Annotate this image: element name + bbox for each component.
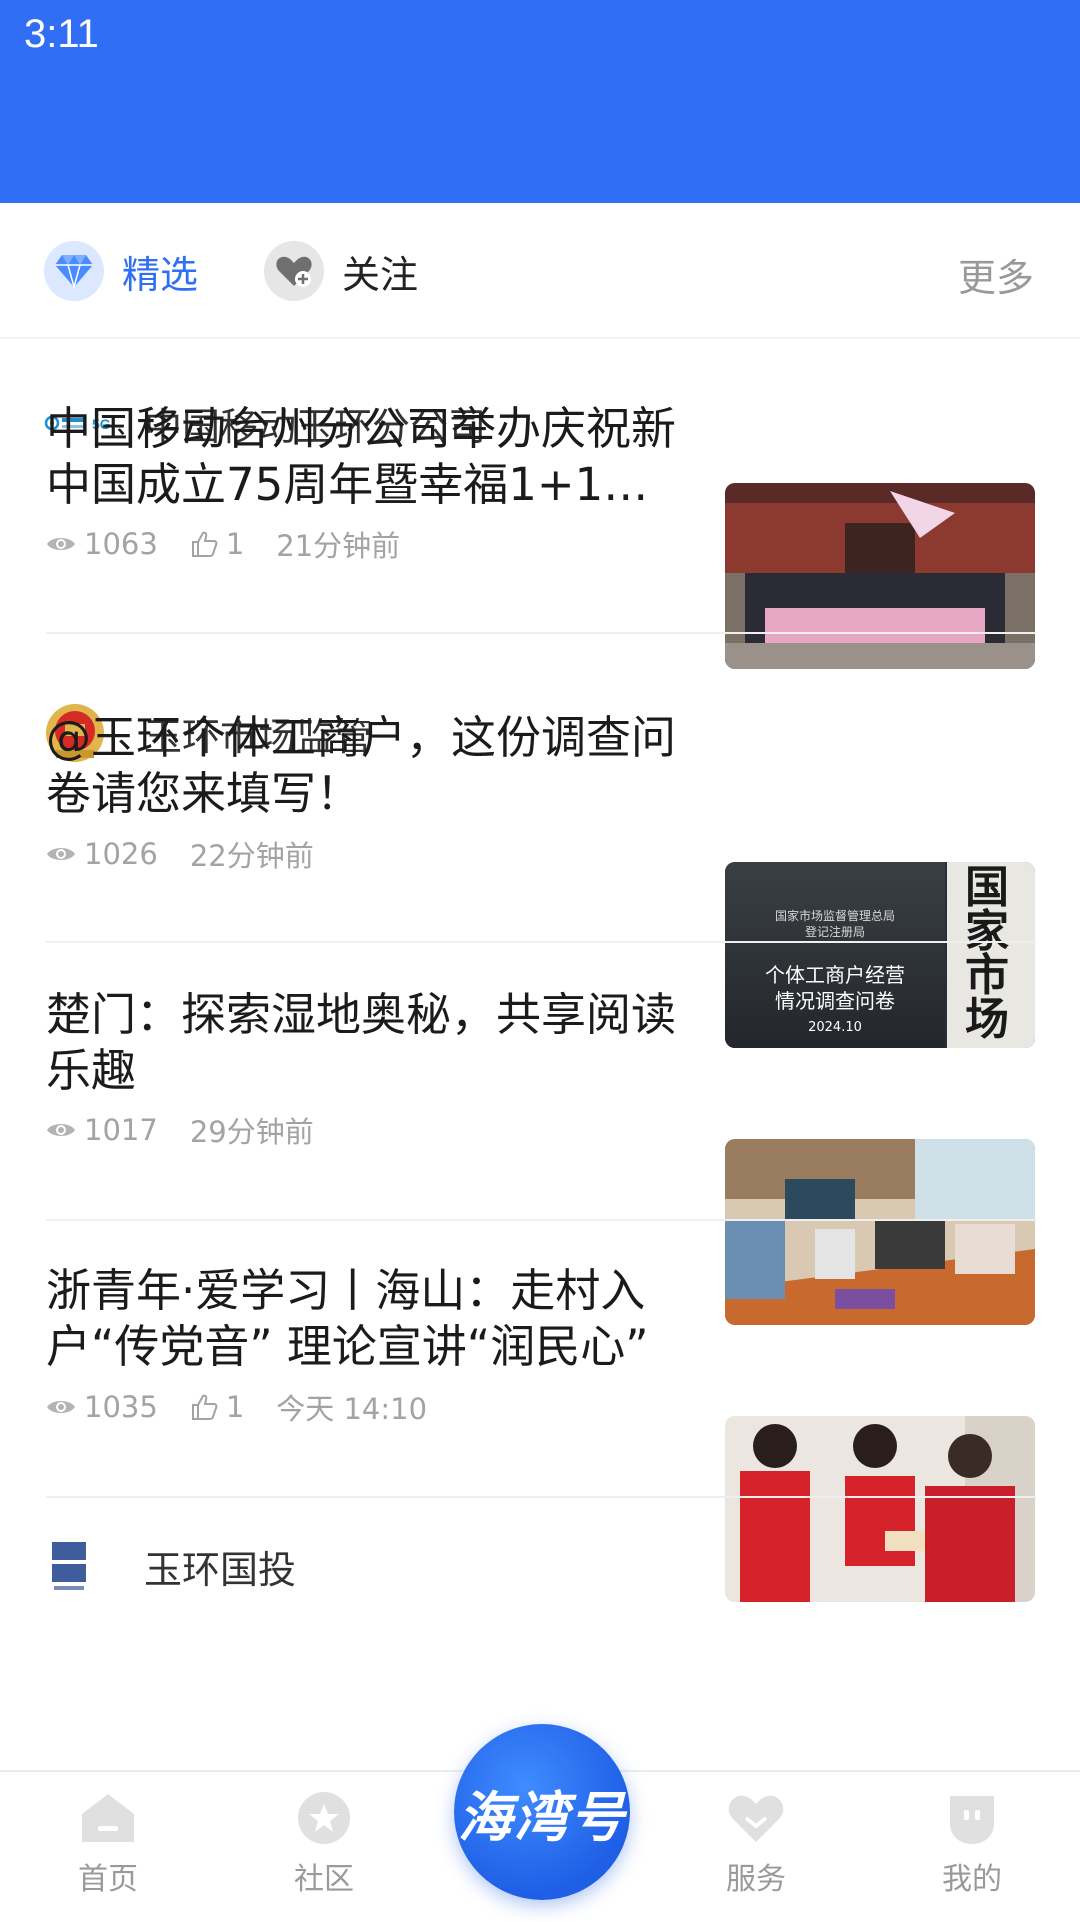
survey-banner: 国家市场监督管理总局 登记注册局 个体工商户经营 情况调查问卷 2024.10 bbox=[725, 862, 945, 1048]
agency-line1: 国家市场监督管理总局 bbox=[774, 909, 895, 923]
article-meta: 1063 1 21分钟前 bbox=[46, 523, 432, 565]
article-source[interactable]: 玉环国投 bbox=[44, 1536, 296, 1596]
view-count: 1035 bbox=[84, 1390, 158, 1424]
nav-mine-label: 我的 bbox=[942, 1862, 1002, 1897]
agency-text: 国家市场监督管理总局 登记注册局 bbox=[725, 908, 945, 940]
profile-icon bbox=[950, 1796, 994, 1844]
article-thumbnail[interactable] bbox=[725, 483, 1035, 669]
nav-home-label: 首页 bbox=[78, 1862, 138, 1897]
survey-headline: 个体工商户经营 情况调查问卷 bbox=[725, 962, 945, 1014]
nav-community[interactable]: 社区 bbox=[254, 1790, 394, 1898]
publish-time: 今天 14:10 bbox=[276, 1392, 428, 1426]
eye-icon bbox=[47, 1124, 75, 1136]
heart-service-icon bbox=[728, 1795, 784, 1842]
star-circle-icon bbox=[298, 1792, 350, 1844]
article-title-text: 楚门：探索湿地奥秘，共享阅读乐趣 bbox=[46, 988, 677, 1097]
view-count: 1017 bbox=[84, 1113, 158, 1147]
eye-icon bbox=[47, 538, 75, 550]
publish-time: 22分钟前 bbox=[189, 839, 314, 873]
thumbs-up-icon bbox=[191, 1394, 218, 1420]
view-count: 1026 bbox=[84, 837, 158, 871]
haiwanhao-center-button[interactable]: 海湾号 bbox=[454, 1724, 630, 1900]
article-thumbnail[interactable] bbox=[725, 1416, 1035, 1602]
volunteers-photo-image bbox=[725, 1416, 1035, 1602]
like-count: 1 bbox=[225, 527, 245, 561]
article-title[interactable]: 中国移动台州分公司举办庆祝新中国成立75周年暨幸福1+1… bbox=[46, 401, 696, 513]
likes[interactable]: 1 bbox=[190, 1390, 244, 1424]
likes[interactable]: 1 bbox=[190, 527, 244, 561]
views: 1017 bbox=[46, 1113, 158, 1147]
sign-text: 国家市场 bbox=[965, 862, 1009, 1045]
tab-featured[interactable]: 精选 bbox=[44, 239, 198, 303]
home-icon bbox=[82, 1794, 134, 1842]
article-title-text: @玉环个体工商户，这份调查问卷请您来填写！ bbox=[46, 711, 677, 820]
tab-follow[interactable]: 关注 bbox=[264, 239, 418, 303]
group-photo-image bbox=[725, 483, 1035, 669]
article-title-text: 浙青年·爱学习丨海山：走村入户“传党音” 理论宣讲“润民心” bbox=[46, 1264, 649, 1373]
sign-board: 国家市场 bbox=[947, 862, 1035, 1048]
article-title[interactable]: @玉环个体工商户，这份调查问卷请您来填写！ bbox=[46, 710, 696, 822]
yuhuan-guotou-logo-icon bbox=[44, 1536, 124, 1596]
divider bbox=[46, 1496, 1036, 1498]
reading-event-photo-image bbox=[725, 1139, 1035, 1325]
eye-icon bbox=[47, 848, 75, 860]
divider bbox=[46, 941, 1036, 943]
publish-time: 21分钟前 bbox=[276, 529, 401, 563]
like-count: 1 bbox=[225, 1390, 245, 1424]
views: 1026 bbox=[46, 837, 158, 871]
article-thumbnail[interactable] bbox=[725, 1139, 1035, 1325]
heart-plus-icon bbox=[264, 241, 324, 301]
tab-follow-label: 关注 bbox=[342, 252, 419, 297]
divider bbox=[46, 1219, 1036, 1221]
divider bbox=[46, 632, 1036, 634]
headline2: 情况调查问卷 bbox=[775, 989, 895, 1013]
article-thumbnail[interactable]: 国家市场监督管理总局 登记注册局 个体工商户经营 情况调查问卷 2024.10 … bbox=[725, 862, 1035, 1048]
eye-icon bbox=[47, 1401, 75, 1413]
article-meta: 1026 22分钟前 bbox=[46, 833, 346, 875]
tab-featured-label: 精选 bbox=[122, 252, 199, 297]
nav-service[interactable]: 服务 bbox=[686, 1790, 826, 1898]
status-bar: 3:11 bbox=[0, 0, 1080, 203]
more-link[interactable]: 更多 bbox=[958, 247, 1034, 302]
views: 1035 bbox=[46, 1390, 158, 1424]
nav-mine[interactable]: 我的 bbox=[902, 1790, 1042, 1898]
article-title[interactable]: 浙青年·爱学习丨海山：走村入户“传党音” 理论宣讲“润民心” bbox=[46, 1263, 696, 1375]
top-tab-bar: 精选 关注 更多 bbox=[0, 203, 1080, 339]
nav-service-label: 服务 bbox=[726, 1862, 786, 1897]
publish-time: 29分钟前 bbox=[189, 1115, 314, 1149]
nav-community-label: 社区 bbox=[294, 1862, 354, 1897]
article-meta: 1035 1 今天 14:10 bbox=[46, 1386, 459, 1428]
source-name: 玉环国投 bbox=[144, 1547, 297, 1592]
article-title[interactable]: 楚门：探索湿地奥秘，共享阅读乐趣 bbox=[46, 987, 696, 1099]
agency-line2: 登记注册局 bbox=[804, 925, 865, 939]
view-count: 1063 bbox=[84, 527, 158, 561]
center-button-label: 海湾号 bbox=[458, 1784, 626, 1849]
status-time: 3:11 bbox=[24, 12, 99, 56]
diamond-icon bbox=[44, 241, 104, 301]
article-title-text: 中国移动台州分公司举办庆祝新中国成立75周年暨幸福1+1… bbox=[46, 402, 677, 511]
headline1: 个体工商户经营 bbox=[765, 963, 905, 987]
article-meta: 1017 29分钟前 bbox=[46, 1109, 346, 1151]
thumbs-up-icon bbox=[191, 531, 218, 557]
survey-date: 2024.10 bbox=[808, 1020, 862, 1035]
nav-home[interactable]: 首页 bbox=[38, 1790, 178, 1898]
views: 1063 bbox=[46, 527, 158, 561]
